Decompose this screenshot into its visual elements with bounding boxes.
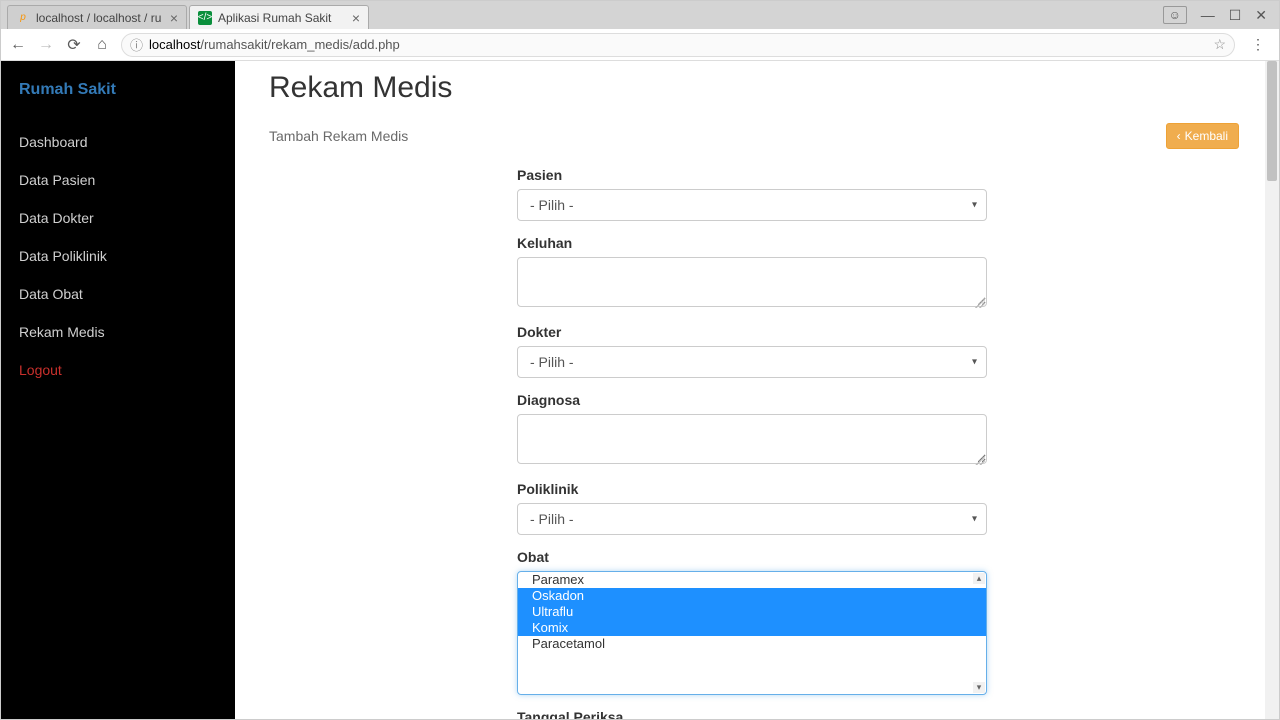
obat-option[interactable]: Oskadon bbox=[518, 588, 986, 604]
back-button-label: Kembali bbox=[1185, 129, 1228, 143]
resize-handle-icon[interactable] bbox=[975, 455, 985, 465]
browser-toolbar: ← → ⟳ ⌂ ⓘ localhost/rumahsakit/rekam_med… bbox=[1, 29, 1279, 61]
chevron-left-icon: ‹ bbox=[1177, 129, 1181, 143]
select-poliklinik[interactable]: - Pilih - bbox=[517, 503, 987, 535]
reload-icon[interactable]: ⟳ bbox=[65, 35, 83, 55]
address-bar[interactable]: ⓘ localhost/rumahsakit/rekam_medis/add.p… bbox=[121, 33, 1235, 57]
main-content: Rekam Medis Tambah Rekam Medis ‹ Kembali… bbox=[235, 61, 1279, 719]
select-dokter[interactable]: - Pilih - bbox=[517, 346, 987, 378]
bookmark-star-icon[interactable]: ☆ bbox=[1213, 36, 1226, 53]
textarea-keluhan[interactable] bbox=[517, 257, 987, 307]
close-icon[interactable]: × bbox=[352, 10, 360, 26]
label-poliklinik: Poliklinik bbox=[517, 481, 987, 497]
home-icon[interactable]: ⌂ bbox=[93, 36, 111, 54]
label-keluhan: Keluhan bbox=[517, 235, 987, 251]
sidebar-item-logout[interactable]: Logout bbox=[1, 351, 235, 389]
scroll-down-icon[interactable]: ▾ bbox=[973, 682, 985, 693]
textarea-diagnosa[interactable] bbox=[517, 414, 987, 464]
label-pasien: Pasien bbox=[517, 167, 987, 183]
favicon-app: </> bbox=[198, 11, 212, 25]
sidebar-item-dokter[interactable]: Data Dokter bbox=[1, 199, 235, 237]
user-icon[interactable]: ☺ bbox=[1163, 6, 1187, 24]
label-diagnosa: Diagnosa bbox=[517, 392, 987, 408]
obat-option[interactable]: Paracetamol bbox=[518, 636, 986, 652]
sidebar-item-rekam-medis[interactable]: Rekam Medis bbox=[1, 313, 235, 351]
back-button[interactable]: ‹ Kembali bbox=[1166, 123, 1239, 149]
tab-title: Aplikasi Rumah Sakit bbox=[218, 11, 346, 25]
menu-icon[interactable]: ⋮ bbox=[1245, 36, 1271, 53]
obat-option[interactable]: Ultraflu bbox=[518, 604, 986, 620]
info-icon[interactable]: ⓘ bbox=[130, 35, 143, 54]
brand[interactable]: Rumah Sakit bbox=[1, 81, 235, 123]
browser-tabstrip: p localhost / localhost / ru × </> Aplik… bbox=[1, 1, 1279, 29]
multiselect-obat[interactable]: ▴ Paramex Oskadon Ultraflu Komix Paracet… bbox=[517, 571, 987, 695]
select-pasien[interactable]: - Pilih - bbox=[517, 189, 987, 221]
sidebar-item-obat[interactable]: Data Obat bbox=[1, 275, 235, 313]
scrollbar-thumb[interactable] bbox=[1267, 61, 1277, 181]
close-window-icon[interactable]: ✕ bbox=[1255, 7, 1267, 24]
obat-option[interactable]: Paramex bbox=[518, 572, 986, 588]
page-title: Rekam Medis bbox=[269, 71, 1239, 105]
close-icon[interactable]: × bbox=[170, 10, 178, 26]
browser-tab-1[interactable]: </> Aplikasi Rumah Sakit × bbox=[189, 5, 369, 29]
label-tanggal: Tanggal Periksa bbox=[517, 709, 987, 719]
url-text: localhost/rumahsakit/rekam_medis/add.php bbox=[149, 37, 1213, 52]
label-obat: Obat bbox=[517, 549, 987, 565]
forward-icon: → bbox=[37, 36, 55, 54]
favicon-phpmyadmin: p bbox=[16, 11, 30, 25]
tab-title: localhost / localhost / ru bbox=[36, 11, 164, 25]
page-scrollbar[interactable] bbox=[1265, 61, 1279, 719]
window-controls: ☺ — ☐ ✕ bbox=[1151, 1, 1279, 29]
browser-tab-0[interactable]: p localhost / localhost / ru × bbox=[7, 5, 187, 29]
label-dokter: Dokter bbox=[517, 324, 987, 340]
sidebar-item-pasien[interactable]: Data Pasien bbox=[1, 161, 235, 199]
minimize-icon[interactable]: — bbox=[1201, 7, 1215, 23]
page-subtitle: Tambah Rekam Medis bbox=[269, 128, 408, 144]
obat-option[interactable]: Komix bbox=[518, 620, 986, 636]
resize-handle-icon[interactable] bbox=[975, 298, 985, 308]
scroll-up-icon[interactable]: ▴ bbox=[973, 573, 985, 584]
sidebar: Rumah Sakit Dashboard Data Pasien Data D… bbox=[1, 61, 235, 719]
maximize-icon[interactable]: ☐ bbox=[1229, 7, 1242, 24]
sidebar-item-dashboard[interactable]: Dashboard bbox=[1, 123, 235, 161]
back-icon[interactable]: ← bbox=[9, 36, 27, 54]
sidebar-item-poliklinik[interactable]: Data Poliklinik bbox=[1, 237, 235, 275]
